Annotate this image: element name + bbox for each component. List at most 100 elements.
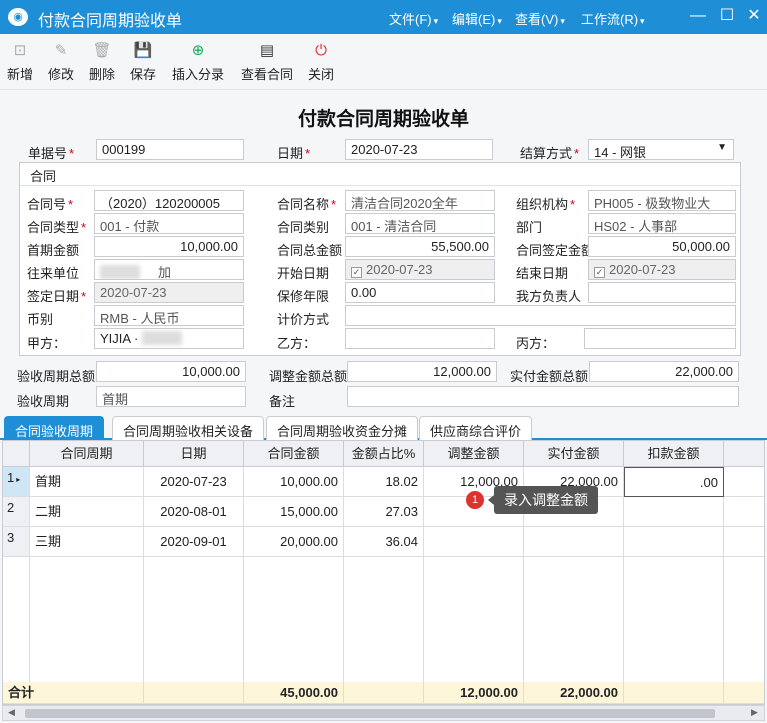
partner-label: 往来单位: [27, 266, 80, 281]
row-number[interactable]: 3: [3, 527, 30, 557]
start-date-field[interactable]: ✓ 2020-07-23: [345, 259, 495, 280]
first-amount-field[interactable]: 10,000.00: [94, 236, 244, 257]
partner-field[interactable]: 加: [94, 259, 244, 280]
cycle-label: 验收周期: [17, 394, 70, 409]
grid-cell[interactable]: 2020-09-01: [144, 527, 244, 557]
grid-cell[interactable]: 二期: [30, 497, 144, 527]
column-header[interactable]: 金额占比%: [344, 441, 424, 467]
paid-total-label: 实付金额总额: [510, 369, 589, 384]
end-date-field[interactable]: ✓ 2020-07-23: [588, 259, 736, 280]
redacted-text: [142, 331, 183, 345]
row-number[interactable]: 2: [3, 497, 30, 527]
column-header[interactable]: 调整金额: [424, 441, 524, 467]
grid-cell[interactable]: 10,000.00: [244, 467, 344, 497]
party-b-label: 乙方：: [277, 336, 317, 351]
plus-circle-icon: ⊕: [191, 42, 205, 59]
party-a-label: 甲方：: [27, 336, 67, 351]
grid-cell[interactable]: [524, 527, 624, 557]
pricing-field[interactable]: [345, 305, 736, 326]
divider: [143, 557, 144, 682]
grid-cell[interactable]: 20,000.00: [244, 527, 344, 557]
delete-label: 删除: [88, 67, 115, 82]
save-icon: 💾: [133, 42, 153, 59]
grid-cell[interactable]: [624, 497, 724, 527]
minimize-icon[interactable]: —: [688, 6, 708, 26]
scrollbar-thumb[interactable]: [25, 709, 715, 718]
date-label: 日期 *: [277, 146, 311, 161]
total-amount-field[interactable]: 55,500.00: [345, 236, 495, 257]
party-b-field[interactable]: [345, 328, 495, 349]
grid-cell[interactable]: 18.02: [344, 467, 424, 497]
party-a-field[interactable]: YIJIA ·: [94, 328, 244, 349]
warranty-field[interactable]: 0.00: [345, 282, 495, 303]
maximize-icon[interactable]: ☐: [717, 6, 737, 26]
tab-supplier-evaluation[interactable]: 供应商综合评价: [419, 416, 533, 440]
save-button[interactable]: 💾 保存: [128, 42, 158, 83]
pricing-label: 计价方式: [277, 312, 330, 327]
close-button[interactable]: ⏻ 关闭: [306, 42, 336, 83]
settle-select[interactable]: 14 - 网银 ▼: [588, 139, 734, 160]
contract-category-field[interactable]: 001 - 清洁合同: [345, 213, 495, 234]
grid-cell[interactable]: 2020-07-23: [144, 467, 244, 497]
insert-entry-button[interactable]: ⊕ 插入分录: [170, 42, 226, 83]
grid-cell-active[interactable]: .00: [624, 467, 724, 497]
adjust-total-field[interactable]: 12,000.00: [347, 361, 497, 382]
title-bar: ◉ 付款合同周期验收单 文件(F) 编辑(E) 查看(V) 工作流(R) — ☐…: [0, 0, 767, 34]
grid-cell[interactable]: 15,000.00: [244, 497, 344, 527]
menu-workflow[interactable]: 工作流(R): [581, 9, 645, 28]
org-field[interactable]: PH005 - 极致物业大: [588, 190, 736, 211]
tab-strip: 合同验收周期 合同周期验收相关设备 合同周期验收资金分摊 供应商综合评价: [0, 413, 767, 440]
horizontal-scrollbar[interactable]: ◀ ▶: [2, 705, 765, 721]
sign-date-field[interactable]: 2020-07-23: [94, 282, 244, 303]
grid-cell[interactable]: 36.04: [344, 527, 424, 557]
cycle-field[interactable]: 首期: [96, 386, 246, 407]
row-number[interactable]: 1 ▸: [3, 467, 30, 497]
date-field[interactable]: 2020-07-23: [345, 139, 493, 160]
column-header[interactable]: 合同金额: [244, 441, 344, 467]
grid-cell[interactable]: [624, 527, 724, 557]
our-owner-field[interactable]: [588, 282, 736, 303]
grid-cell[interactable]: [424, 527, 524, 557]
paid-total-field[interactable]: 22,000.00: [589, 361, 739, 382]
edit-button[interactable]: ✎ 修改: [46, 42, 76, 83]
tab-fund-allocation[interactable]: 合同周期验收资金分摊: [266, 416, 419, 440]
new-button[interactable]: ⊡ 新增: [5, 42, 35, 83]
menu-view[interactable]: 查看(V): [515, 9, 565, 28]
total-cell: [144, 682, 244, 704]
view-contract-button[interactable]: ▤ 查看合同: [239, 42, 295, 83]
contract-no-field[interactable]: （2020）120200005: [94, 190, 244, 211]
scroll-right-icon[interactable]: ▶: [751, 707, 758, 718]
step-badge: 1: [466, 491, 484, 509]
grid-cell[interactable]: 首期: [30, 467, 144, 497]
cycle-total-label: 验收周期总额: [17, 369, 96, 384]
contract-type-field[interactable]: 001 - 付款: [94, 213, 244, 234]
scroll-left-icon[interactable]: ◀: [8, 707, 15, 718]
divider: [423, 557, 424, 682]
grid-cell[interactable]: 2020-08-01: [144, 497, 244, 527]
tab-cycle[interactable]: 合同验收周期: [4, 416, 105, 440]
total-adjust: 12,000.00: [424, 682, 524, 704]
menu-file[interactable]: 文件(F): [389, 9, 438, 28]
delete-button[interactable]: 🗑 删除: [87, 42, 117, 83]
document-icon: ▤: [259, 42, 275, 59]
cycle-total-field[interactable]: 10,000.00: [96, 361, 246, 382]
column-header[interactable]: 合同周期: [30, 441, 144, 467]
remark-field[interactable]: [347, 386, 739, 407]
grid-cell[interactable]: 三期: [30, 527, 144, 557]
dept-field[interactable]: HS02 - 人事部: [588, 213, 736, 234]
column-header[interactable]: 日期: [144, 441, 244, 467]
total-amount-label: 合同总金额: [277, 243, 343, 258]
menu-edit[interactable]: 编辑(E): [452, 9, 502, 28]
warranty-label: 保修年限: [277, 289, 330, 304]
party-c-field[interactable]: [584, 328, 736, 349]
currency-field[interactable]: RMB - 人民币: [94, 305, 244, 326]
column-header[interactable]: 实付金额: [524, 441, 624, 467]
grid-cell[interactable]: 27.03: [344, 497, 424, 527]
signed-amount-field[interactable]: 50,000.00: [588, 236, 736, 257]
doc-no-field[interactable]: 000199: [96, 139, 244, 160]
contract-name-field[interactable]: 清洁合同2020全年: [345, 190, 495, 211]
column-header[interactable]: 扣款金额: [624, 441, 724, 467]
close-icon[interactable]: ✕: [744, 6, 764, 26]
checkbox-checked-icon: ✓: [594, 267, 605, 278]
tab-equipment[interactable]: 合同周期验收相关设备: [112, 416, 265, 440]
